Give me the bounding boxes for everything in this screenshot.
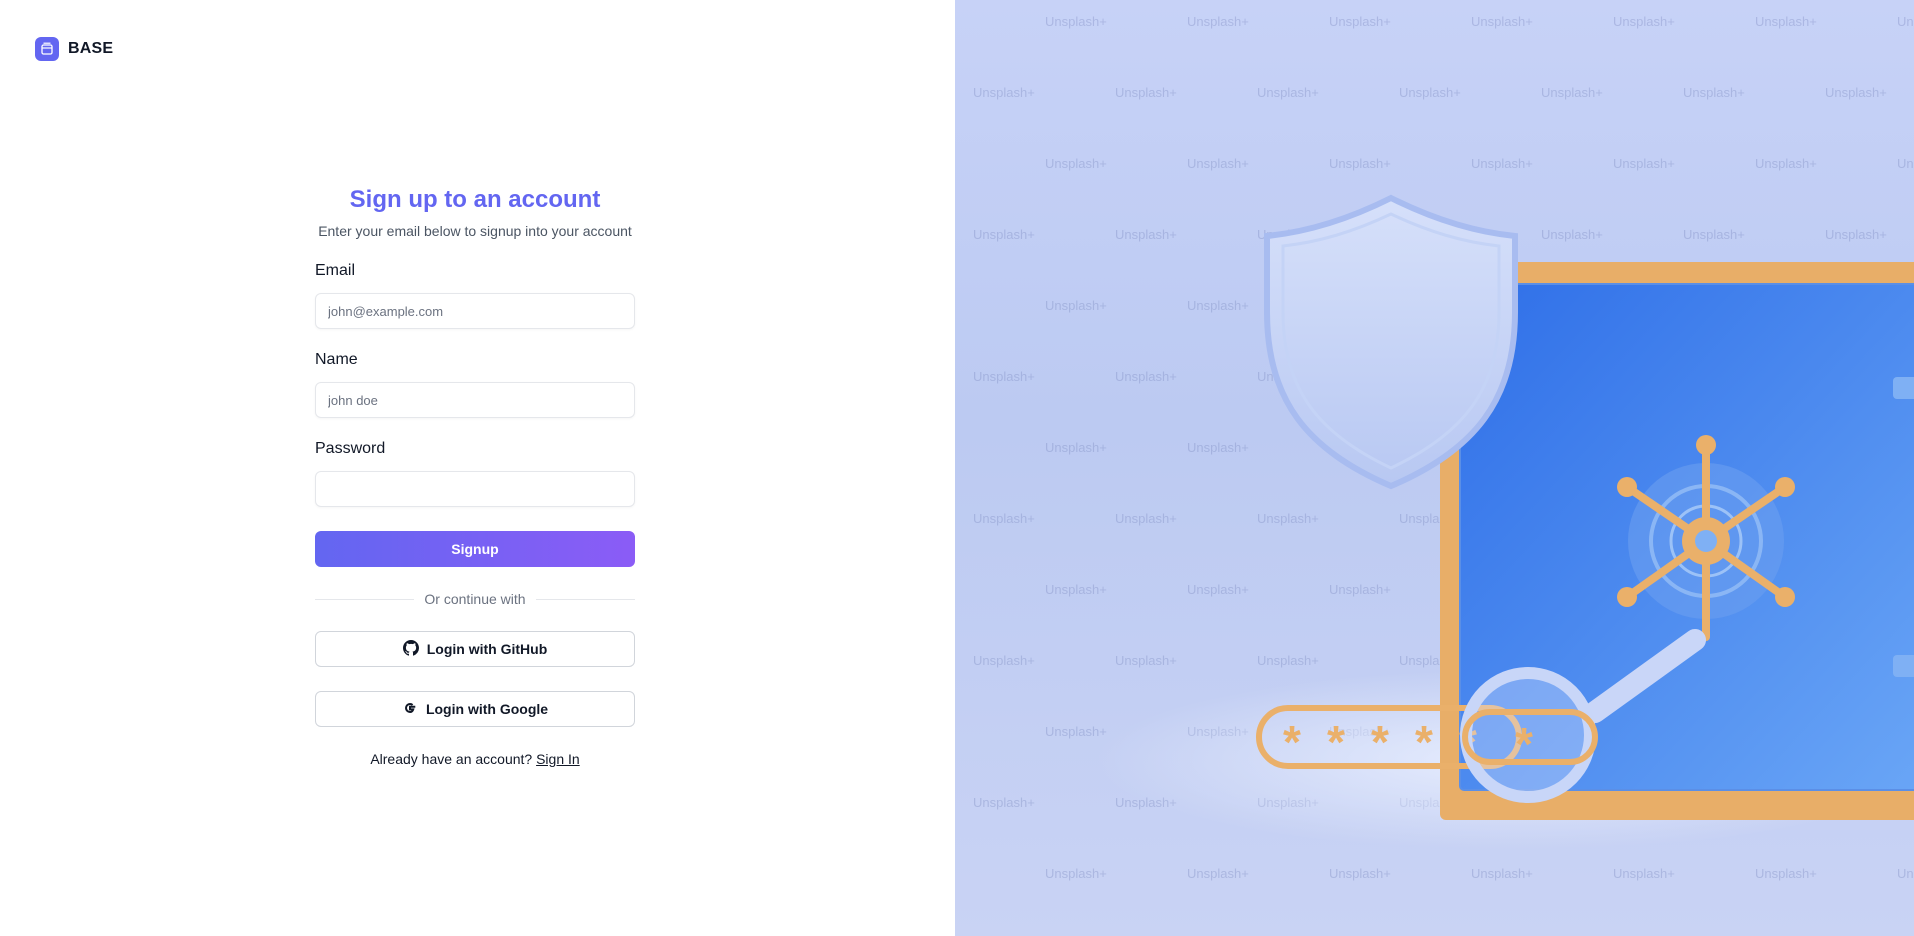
hero-illustration: Unsplash+ Unsplash+ Unsplash+ Unsplash+ Unsp… — [955, 0, 1914, 936]
svg-text:*: * — [1371, 716, 1389, 768]
github-login-button[interactable]: Login with GitHub — [315, 631, 635, 667]
github-login-label: Login with GitHub — [426, 641, 548, 657]
page-subtitle: Enter your email below to signup into yo… — [318, 223, 632, 239]
signup-button[interactable]: Signup — [315, 531, 635, 567]
name-field[interactable] — [315, 382, 635, 418]
brand[interactable]: BASE — [35, 37, 113, 61]
divider-line-right — [535, 598, 636, 600]
email-field[interactable] — [315, 293, 635, 329]
page-title: Sign up to an account — [349, 186, 601, 213]
safe-illustration: * * * * * * — [1095, 194, 1914, 850]
password-label: Password — [315, 440, 386, 457]
google-login-button[interactable]: Login with Google — [315, 691, 635, 727]
signup-panel: BASE Sign up to an account Enter your em… — [0, 0, 955, 936]
oauth-divider: Or continue with — [315, 591, 636, 607]
signin-link[interactable]: Sign In — [536, 751, 580, 767]
svg-text:*: * — [1515, 718, 1533, 770]
signin-prompt: Already have an account? Sign In — [315, 751, 635, 767]
email-field-group: Email — [315, 261, 635, 329]
svg-text:*: * — [1283, 716, 1301, 768]
password-field-group: Password — [315, 439, 635, 507]
name-field-group: Name — [315, 350, 635, 418]
github-icon — [402, 639, 419, 659]
signup-form: Sign up to an account Enter your email b… — [315, 185, 636, 767]
svg-text:*: * — [1327, 716, 1345, 768]
divider-text: Or continue with — [424, 591, 526, 607]
google-login-label: Login with Google — [425, 701, 549, 717]
signin-prompt-text: Already have an account? — [370, 751, 533, 767]
google-icon — [402, 700, 418, 719]
brand-name: BASE — [68, 40, 114, 57]
name-label: Name — [315, 351, 358, 368]
stack-icon — [35, 37, 59, 61]
signup-page: BASE Sign up to an account Enter your em… — [0, 0, 1914, 936]
password-field[interactable] — [315, 471, 635, 507]
svg-text:*: * — [1415, 716, 1433, 768]
email-label: Email — [315, 262, 356, 279]
divider-line-left — [315, 598, 415, 600]
